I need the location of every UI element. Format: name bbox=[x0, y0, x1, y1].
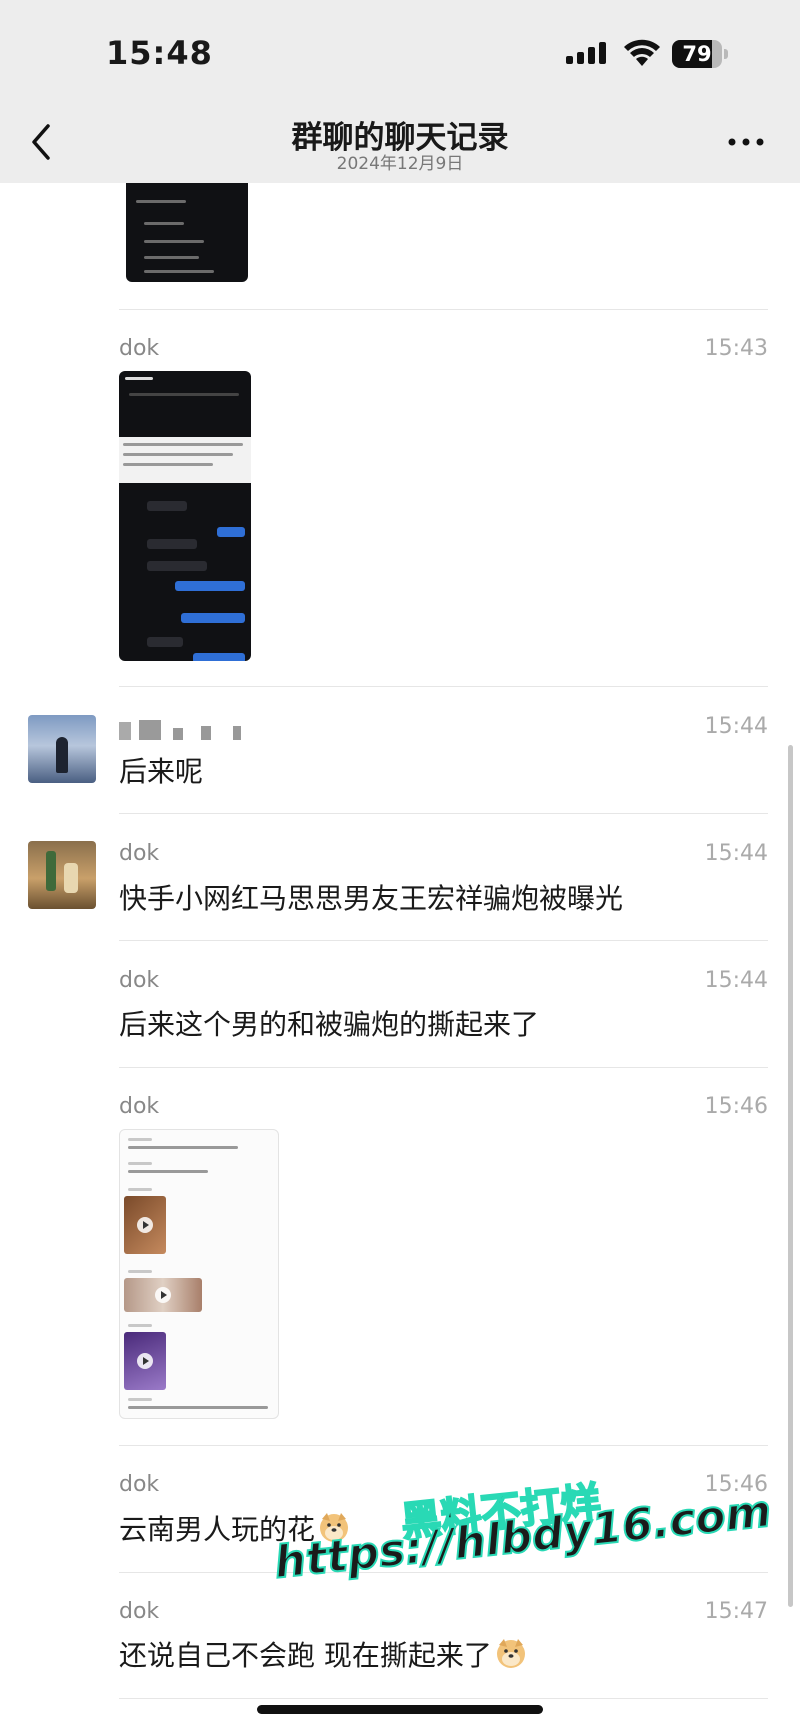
sender-name-redacted bbox=[119, 720, 241, 746]
more-icon[interactable] bbox=[726, 132, 766, 152]
home-indicator[interactable] bbox=[257, 1705, 543, 1714]
avatar[interactable] bbox=[28, 715, 96, 783]
message-time: 15:44 bbox=[704, 841, 768, 866]
status-time: 15:48 bbox=[106, 34, 213, 72]
message-text-content: 还说自己不会跑 现在撕起来了 bbox=[119, 1639, 492, 1672]
message-text: 还说自己不会跑 现在撕起来了 bbox=[119, 1634, 527, 1674]
divider bbox=[119, 1572, 768, 1573]
divider bbox=[119, 1067, 768, 1068]
avatar[interactable] bbox=[28, 841, 96, 909]
message-time: 15:47 bbox=[704, 1599, 768, 1624]
message-text: 快手小网红马思思男友王宏祥骗炮被曝光 bbox=[119, 882, 624, 915]
sender-name: dok bbox=[119, 841, 160, 866]
sender-name: dok bbox=[119, 336, 160, 361]
divider bbox=[119, 940, 768, 941]
battery-icon: 79 bbox=[672, 40, 730, 68]
sender-name: dok bbox=[119, 1094, 160, 1119]
signal-icon bbox=[566, 42, 606, 64]
sender-name: dok bbox=[119, 968, 160, 993]
doge-emoji-icon bbox=[496, 1639, 525, 1668]
page-subtitle: 2024年12月9日 bbox=[336, 154, 464, 174]
divider bbox=[119, 1698, 768, 1699]
image-message[interactable] bbox=[119, 371, 251, 661]
divider bbox=[119, 813, 768, 814]
wifi-icon bbox=[624, 39, 660, 66]
divider bbox=[119, 309, 768, 310]
divider bbox=[119, 1445, 768, 1446]
message-time: 15:44 bbox=[704, 968, 768, 993]
message-text: 后来这个男的和被骗炮的撕起来了 bbox=[119, 1008, 540, 1041]
sender-name: dok bbox=[119, 1599, 160, 1624]
message-text: 后来呢 bbox=[119, 755, 204, 788]
message-time: 15:46 bbox=[704, 1094, 768, 1119]
battery-level: 79 bbox=[682, 42, 712, 66]
divider bbox=[119, 686, 768, 687]
image-message[interactable] bbox=[119, 1129, 279, 1419]
message-time: 15:44 bbox=[704, 714, 768, 739]
sender-name: dok bbox=[119, 1472, 160, 1497]
top-bar: 15:48 79 群聊的聊天记录 2024年12月9日 bbox=[0, 0, 800, 183]
message-time: 15:43 bbox=[704, 336, 768, 361]
scrollbar[interactable] bbox=[788, 745, 793, 1607]
